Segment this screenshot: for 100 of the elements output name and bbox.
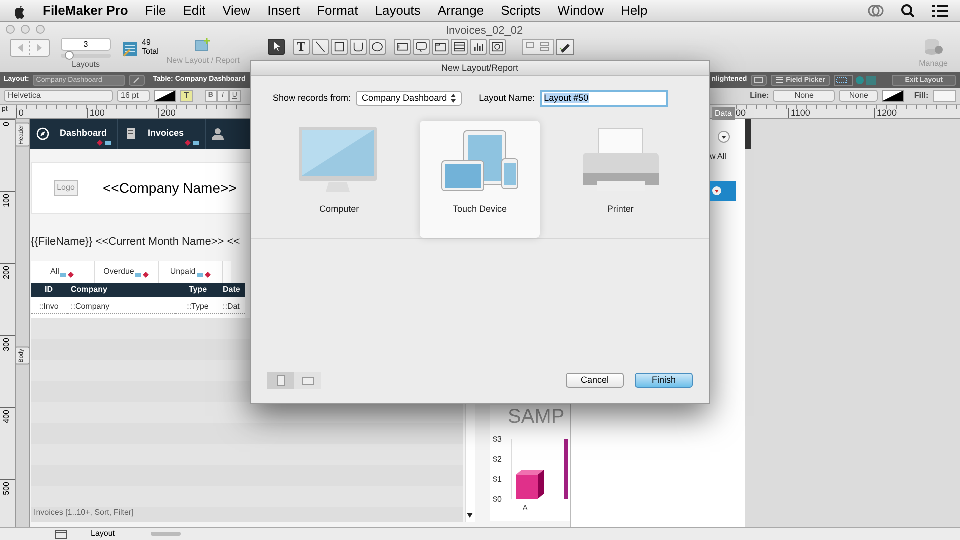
fill-swatch[interactable] — [932, 90, 956, 102]
stepper-arrows-icon — [451, 94, 456, 103]
y-tick-label: $3 — [493, 435, 502, 444]
company-name-field: <<Company Name>> — [103, 178, 237, 198]
ruler-mark: 200 — [2, 266, 11, 280]
button-tool[interactable] — [412, 39, 430, 55]
chart-tool[interactable] — [470, 39, 487, 55]
y-tick-label: $2 — [493, 455, 502, 464]
logo-text: Logo — [57, 183, 75, 193]
merge-text: {{FileName}} <<Current Month Name>> << — [31, 235, 242, 250]
menu-item[interactable]: Scripts — [501, 0, 541, 20]
portal-tool[interactable] — [450, 39, 468, 55]
format-painter-icon[interactable] — [556, 39, 574, 55]
ruler-mark: 1100 — [788, 108, 874, 118]
ruler-mark: 1200 — [874, 108, 960, 118]
compass-icon — [36, 127, 50, 141]
landscape-toggle[interactable] — [294, 372, 321, 389]
menu-item[interactable]: Edit — [183, 0, 206, 20]
toolbar-label: New Layout / Report — [166, 55, 240, 67]
nav-tab[interactable]: Dashboard — [30, 119, 118, 149]
line-style-popup[interactable]: None — [839, 90, 878, 102]
menu-item[interactable]: Arrange — [438, 0, 484, 20]
tab-panel-tool[interactable] — [432, 39, 449, 55]
text-tool[interactable]: T — [292, 39, 310, 55]
layout-number-field[interactable]: 3 — [61, 38, 111, 51]
chart-bar-slice — [564, 439, 568, 499]
cancel-button[interactable]: Cancel — [566, 373, 624, 388]
web-viewer-tool[interactable] — [488, 39, 506, 55]
menu-item[interactable]: View — [222, 0, 251, 20]
color-swatch-icon[interactable] — [154, 90, 176, 102]
chart-watermark: SAMP — [508, 406, 565, 428]
toolbar-label: Manage — [919, 58, 948, 70]
edit-pencil-icon[interactable] — [129, 74, 146, 86]
highlight-button[interactable]: T — [180, 90, 193, 102]
search-icon[interactable] — [901, 4, 915, 18]
ruler-mark: 400 — [2, 410, 11, 424]
line-color-swatch-icon[interactable] — [882, 90, 904, 102]
button-badge-icon — [185, 140, 199, 146]
show-records-popup[interactable]: Company Dashboard — [356, 91, 462, 106]
ruler-mark: 500 — [2, 482, 11, 496]
menu-icon[interactable] — [932, 4, 948, 18]
horizontal-scrollbar[interactable] — [151, 532, 182, 536]
oval-tool[interactable] — [368, 39, 386, 55]
landscape-page-icon — [302, 376, 314, 384]
rectangle-tool[interactable] — [330, 39, 348, 55]
button-badge-icon — [196, 272, 211, 278]
menu-item[interactable]: Layouts — [375, 0, 421, 20]
field-label: Show records from: — [273, 92, 352, 105]
field-tool[interactable] — [394, 39, 411, 55]
portrait-page-icon — [276, 375, 284, 386]
column-header[interactable]: Company — [67, 284, 175, 296]
nav-tab[interactable]: Invoices — [118, 119, 206, 149]
font-popup[interactable]: Helvetica — [4, 90, 114, 102]
show-all-link[interactable]: w All — [710, 151, 726, 163]
layout-name-field[interactable]: Layout #50 — [540, 90, 668, 107]
button-badge-icon — [97, 140, 111, 146]
pointer-tool[interactable] — [268, 39, 285, 55]
device-option[interactable]: Printer — [560, 121, 681, 238]
field-label: Layout Name: — [479, 92, 536, 105]
portal-label: Invoices [1..10+, Sort, Filter] — [34, 506, 134, 518]
app-menu[interactable]: FileMaker Pro — [43, 0, 128, 20]
menu-item[interactable]: Format — [317, 0, 358, 20]
ruler-mark: 0 — [16, 108, 87, 118]
device-option[interactable]: Touch Device — [420, 121, 540, 238]
fill-label: Fill: — [914, 90, 929, 102]
table-cell: ::Company — [67, 300, 175, 314]
ruler-mark: 100 — [2, 194, 11, 208]
rounded-rectangle-tool[interactable] — [350, 39, 367, 55]
menu-item[interactable]: Help — [621, 0, 648, 20]
menu-item[interactable]: Window — [558, 0, 604, 20]
table-cell: ::Type — [175, 300, 221, 314]
size-popup[interactable]: 16 pt — [117, 90, 150, 102]
menu-item[interactable]: File — [145, 0, 166, 20]
cloud-sync-icon[interactable] — [868, 4, 884, 18]
data-tab[interactable]: Data — [712, 107, 735, 120]
portrait-toggle[interactable] — [267, 372, 294, 389]
layout-view-icon[interactable] — [55, 530, 67, 538]
y-tick-label: $0 — [493, 495, 502, 504]
slider-thumb[interactable] — [65, 51, 74, 60]
mode-label: Layout — [91, 528, 116, 540]
line-width-popup[interactable]: None — [773, 90, 836, 102]
table-cell: ::Dat — [221, 300, 245, 314]
column-header[interactable]: Date — [221, 284, 245, 296]
column-header[interactable]: ID — [31, 284, 67, 296]
record-count: 49 — [142, 38, 152, 47]
ruler-mark: 00 — [736, 108, 748, 118]
toolbar-label: Layouts — [72, 59, 100, 71]
line-label: Line: — [750, 90, 770, 102]
finish-button[interactable]: Finish — [635, 373, 693, 388]
selected-list-row[interactable] — [710, 181, 736, 201]
device-option[interactable]: Computer — [279, 121, 400, 238]
bar — [516, 470, 544, 499]
column-header[interactable]: Type — [175, 284, 221, 296]
dialog-title: New Layout/Report — [251, 61, 709, 76]
records-icon — [122, 41, 138, 57]
inspector-icon[interactable] — [834, 74, 876, 86]
list-icon — [776, 77, 784, 83]
line-tool[interactable] — [312, 39, 329, 55]
menu-item[interactable]: Insert — [268, 0, 300, 20]
person-icon — [212, 128, 224, 140]
